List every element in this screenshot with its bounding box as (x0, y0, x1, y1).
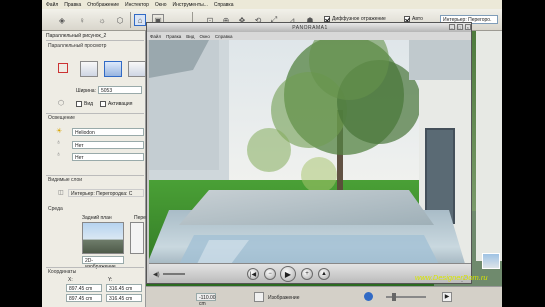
background-label: Задний план (82, 215, 112, 221)
screen: Файл Правка Отображение Инстектор Окно И… (0, 0, 545, 307)
activation-check-label: Активация (108, 101, 133, 107)
zoom-out-button[interactable]: − (264, 268, 276, 280)
light-source-field[interactable]: Heliodon (72, 128, 144, 136)
menu-tools[interactable]: Инструменты... (173, 2, 208, 8)
watermark-text: www.DesignerDom.ru (415, 273, 488, 282)
panorama-titlebar[interactable]: PANORAMA1 – □ × (147, 23, 471, 32)
pano-menu-view[interactable]: Вид (186, 34, 194, 39)
menu-view[interactable]: Отображение (87, 2, 119, 8)
zoom-in-button[interactable]: + (301, 268, 313, 280)
y-coordinate-field[interactable]: 316.45 cm (106, 284, 142, 292)
layer-selector-icon[interactable] (254, 292, 264, 302)
lamp-icon[interactable]: ♀ (76, 14, 88, 26)
sun-icon[interactable]: ☼ (96, 14, 108, 26)
divider (46, 175, 144, 176)
panorama-menu: Файл Правка Вид Окно Справка (147, 32, 471, 40)
image-type-dropdown[interactable]: 2D-изображение (82, 256, 124, 270)
bulb-icon: ♁ (56, 139, 62, 146)
foreground-thumbnail[interactable] (130, 222, 144, 254)
quality-slider-thumb[interactable] (392, 293, 396, 301)
close-icon[interactable]: × (465, 24, 471, 30)
application-window: Файл Правка Отображение Инстектор Окно И… (42, 0, 502, 307)
view-check-label: Вид (84, 101, 94, 107)
lighting-label: Освещение (48, 115, 75, 121)
volume-slider[interactable] (163, 273, 185, 275)
y2-coordinate-field[interactable]: 316.45 cm (106, 294, 142, 302)
view-mode-button-1[interactable] (80, 61, 98, 77)
play-icon: ▶ (284, 269, 292, 279)
volume-icon[interactable]: ◀) (153, 271, 160, 278)
environment-label: Среда (48, 206, 63, 212)
light-option-2[interactable]: Нет (72, 153, 144, 161)
section-parallel-label: Параллельный просмотр (48, 43, 107, 49)
toolbar-divider (130, 12, 131, 28)
activation-check[interactable]: Активация (100, 101, 132, 107)
visible-layers-label: Видимые слои (48, 177, 83, 183)
panel-title: Параллельный рисунок_2 (46, 33, 107, 39)
play-button[interactable]: ▶ (280, 266, 296, 282)
divider (46, 267, 144, 268)
step-back-icon: |◀ (249, 271, 257, 278)
view-mode-button-2[interactable] (104, 61, 122, 77)
visible-layer-value[interactable]: Интерьер: Перегородка: С (68, 189, 144, 197)
menu-help[interactable]: Справка (214, 2, 234, 8)
paint-bucket-icon[interactable]: ◈ (56, 14, 68, 26)
car-roof (179, 190, 434, 225)
maximize-icon[interactable]: □ (457, 24, 463, 30)
menu-window[interactable]: Окно (155, 2, 167, 8)
panorama-window: PANORAMA1 – □ × Файл Правка Вид Окно Спр… (146, 22, 472, 284)
right-roof (409, 40, 471, 80)
garage-wall (476, 31, 502, 261)
x-label: X: (68, 277, 73, 283)
menu-inspector[interactable]: Инстектор (125, 2, 149, 8)
render-play-icon[interactable]: ▶ (442, 292, 452, 302)
sun-light-icon: ☀ (56, 128, 63, 135)
divider (46, 113, 144, 114)
minus-icon: − (268, 271, 272, 277)
width-field[interactable]: 5053 (98, 86, 142, 94)
coordinates-label: Координаты (48, 269, 77, 275)
view-mode-button-3[interactable] (128, 61, 146, 77)
status-zoom-field[interactable]: -110.00 cm (196, 293, 216, 307)
width-label: Ширина: (76, 88, 96, 94)
pano-menu-file[interactable]: Файл (150, 34, 161, 39)
background-thumbnail[interactable] (82, 222, 124, 254)
lamp-small-icon: ♁ (56, 151, 62, 158)
info-icon[interactable] (364, 292, 373, 301)
light-option-1[interactable]: Нет (72, 141, 144, 149)
view-checkbox[interactable] (76, 101, 82, 107)
menu-edit[interactable]: Правка (64, 2, 81, 8)
menu-bar: Файл Правка Отображение Инстектор Окно И… (42, 0, 502, 9)
activation-checkbox[interactable] (100, 101, 106, 107)
x2-coordinate-field[interactable]: 897.45 cm (66, 294, 102, 302)
step-back-button[interactable]: |◀ (247, 268, 259, 280)
pano-menu-edit[interactable]: Правка (166, 34, 181, 39)
cube-icon[interactable]: ⬡ (114, 14, 126, 26)
minimize-icon[interactable]: – (449, 24, 455, 30)
panorama-render (149, 40, 471, 283)
properties-panel: Параллельный рисунок_2 Параллельный прос… (42, 31, 146, 307)
pano-menu-window[interactable]: Окно (199, 34, 209, 39)
box-icon: ⬡ (58, 100, 65, 107)
layer-icon: ◫ (58, 190, 64, 196)
preview-label: Изображение (268, 295, 300, 301)
view-check[interactable]: Вид (76, 101, 93, 107)
pano-menu-help[interactable]: Справка (215, 34, 233, 39)
x-coordinate-field[interactable]: 897.45 cm (66, 284, 102, 292)
divider (46, 40, 144, 41)
status-bar: -110.00 cm Изображение ▶ (146, 286, 502, 307)
panorama-title: PANORAMA1 (292, 24, 328, 31)
foreground-label: Пере (134, 215, 146, 221)
up-arrow-icon: ▲ (321, 271, 327, 277)
preview-thumbnail[interactable] (482, 253, 500, 269)
plus-icon: + (305, 271, 309, 277)
menu-file[interactable]: Файл (46, 2, 58, 8)
frame-icon[interactable] (58, 63, 68, 73)
window-controls: – □ × (449, 24, 471, 30)
hotspot-button[interactable]: ▲ (318, 268, 330, 280)
y-label: Y: (108, 277, 113, 283)
panorama-scene[interactable] (149, 40, 471, 283)
home-icon[interactable]: ⌂ (134, 14, 146, 26)
